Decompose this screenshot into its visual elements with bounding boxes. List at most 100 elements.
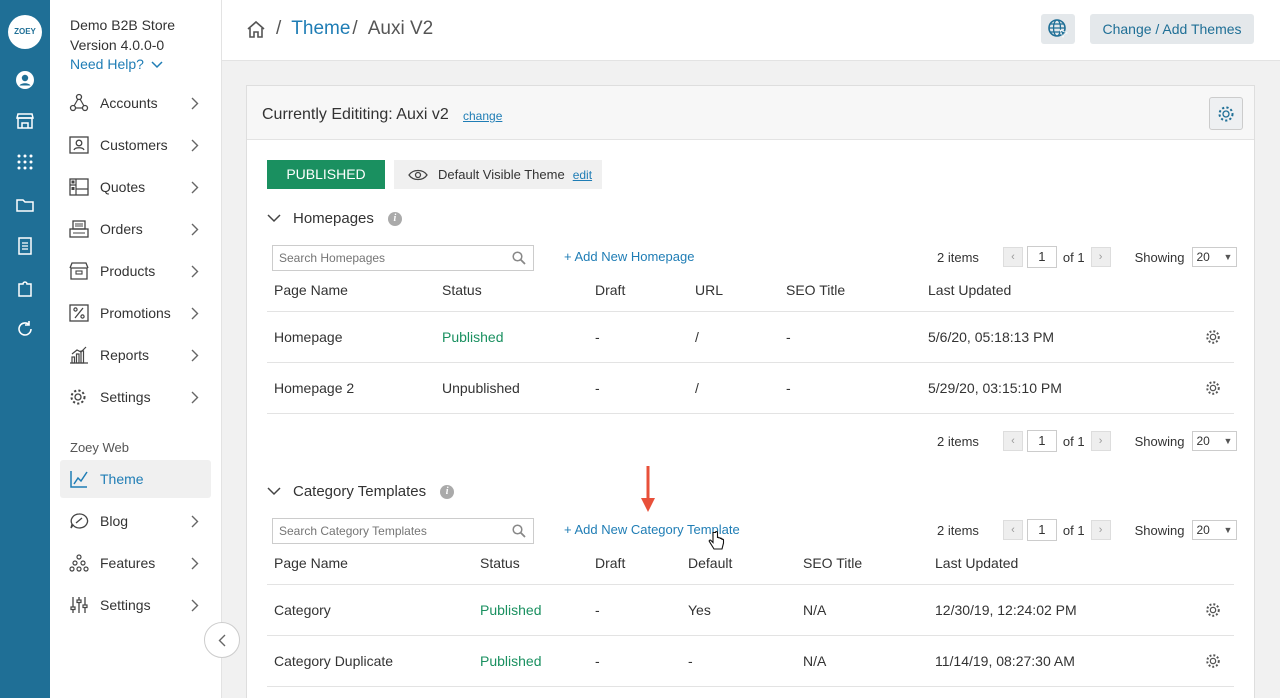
next-page-button[interactable]: › xyxy=(1090,247,1111,267)
chevron-left-icon xyxy=(218,634,226,646)
sidebar-item-theme[interactable]: Theme xyxy=(60,460,211,498)
per-page-select[interactable]: 20 ▼ xyxy=(1192,520,1238,540)
sidebar-item-accounts[interactable]: Accounts xyxy=(60,84,211,122)
gear-icon[interactable] xyxy=(1205,602,1221,618)
change-add-themes-button[interactable]: Change / Add Themes xyxy=(1090,14,1254,44)
search-category-templates-input[interactable] xyxy=(279,524,507,538)
sidebar-item-features[interactable]: Features xyxy=(60,544,211,582)
column-header[interactable]: Status xyxy=(480,555,520,571)
sidebar-item-quotes[interactable]: Quotes xyxy=(60,168,211,206)
search-icon[interactable] xyxy=(512,524,526,538)
search-homepages-input[interactable] xyxy=(279,251,507,265)
cell-seo-title: - xyxy=(786,380,791,396)
homepages-section-toggle[interactable]: Homepages i xyxy=(267,210,402,227)
search-icon[interactable] xyxy=(512,251,526,265)
zoey-logo[interactable]: ZOEY xyxy=(8,15,42,49)
chevron-right-icon xyxy=(191,223,211,236)
chevron-right-icon xyxy=(191,181,211,194)
sidebar-item-label: Settings xyxy=(100,597,151,613)
sidebar-item-web-settings[interactable]: Settings xyxy=(60,586,211,624)
sidebar-item-label: Reports xyxy=(100,347,150,363)
sidebar-item-settings[interactable]: Settings xyxy=(60,378,211,416)
user-icon[interactable] xyxy=(13,68,37,92)
gear-icon[interactable] xyxy=(1205,653,1221,669)
puzzle-icon[interactable] xyxy=(13,276,37,300)
default-visible-label: Default Visible Theme xyxy=(438,167,565,182)
gear-icon[interactable] xyxy=(1205,380,1221,396)
sidebar-item-blog[interactable]: Blog xyxy=(60,502,211,540)
need-help-link[interactable]: Need Help? xyxy=(70,56,163,72)
per-page-select[interactable]: 20 ▼ xyxy=(1192,431,1238,451)
column-header[interactable]: Page Name xyxy=(274,555,348,571)
store-icon[interactable] xyxy=(13,109,37,133)
sidebar-item-reports[interactable]: Reports xyxy=(60,336,211,374)
sync-icon[interactable] xyxy=(13,317,37,341)
page-number-input[interactable]: 1 xyxy=(1026,246,1057,268)
chevron-down-icon xyxy=(267,487,281,496)
cell-page-name[interactable]: Category xyxy=(274,585,331,636)
category-templates-section-toggle[interactable]: Category Templates i xyxy=(267,483,455,500)
page-number-input[interactable]: 1 xyxy=(1026,519,1057,541)
sidebar-item-products[interactable]: Products xyxy=(60,252,211,290)
item-count: 2 items xyxy=(937,522,979,538)
cell-url: / xyxy=(695,329,699,345)
column-header[interactable]: Status xyxy=(442,282,482,298)
search-category-templates-field[interactable] xyxy=(272,518,534,544)
document-icon[interactable] xyxy=(13,234,37,258)
info-icon[interactable]: i xyxy=(387,211,402,226)
sidebar-item-customers[interactable]: Customers xyxy=(60,126,211,164)
features-icon xyxy=(60,554,100,572)
table-row[interactable]: Homepage Published - / - 5/6/20, 05:18:1… xyxy=(267,312,1234,363)
home-icon[interactable] xyxy=(246,20,266,39)
table-row[interactable]: Category Duplicate Published - - N/A 11/… xyxy=(267,636,1234,687)
next-page-button[interactable]: › xyxy=(1090,431,1111,451)
column-header[interactable]: URL xyxy=(695,282,723,298)
column-header[interactable]: Page Name xyxy=(274,282,348,298)
sidebar-item-label: Accounts xyxy=(100,95,158,111)
edit-visibility-link[interactable]: edit xyxy=(573,168,592,182)
sidebar-item-label: Blog xyxy=(100,513,129,529)
sidebar-item-orders[interactable]: Orders xyxy=(60,210,211,248)
top-bar: / Theme / Auxi V2 Change / Add Themes xyxy=(222,0,1280,61)
apps-grid-icon[interactable] xyxy=(13,150,37,174)
breadcrumb-theme[interactable]: Theme xyxy=(291,18,350,40)
column-header[interactable]: Draft xyxy=(595,282,625,298)
cell-page-name[interactable]: Homepage xyxy=(274,312,343,363)
cell-status: Published xyxy=(442,329,504,345)
per-page-select[interactable]: 20 ▼ xyxy=(1192,247,1238,267)
table-row[interactable]: Homepage 2 Unpublished - / - 5/29/20, 03… xyxy=(267,363,1234,414)
cell-last-updated: 5/6/20, 05:18:13 PM xyxy=(928,329,1055,345)
orders-icon xyxy=(60,220,100,238)
column-header[interactable]: SEO Title xyxy=(803,555,862,571)
folder-icon[interactable] xyxy=(13,193,37,217)
sidebar-item-label: Customers xyxy=(100,137,168,153)
prev-page-button[interactable]: ‹ xyxy=(1002,520,1023,540)
add-new-homepage-link[interactable]: + Add New Homepage xyxy=(564,249,694,264)
prev-page-button[interactable]: ‹ xyxy=(1002,431,1023,451)
gear-icon[interactable] xyxy=(1205,329,1221,345)
prev-page-button[interactable]: ‹ xyxy=(1002,247,1023,267)
showing-label: Showing xyxy=(1134,522,1185,538)
page-number-input[interactable]: 1 xyxy=(1026,430,1057,452)
globe-button[interactable] xyxy=(1041,14,1075,44)
customers-icon xyxy=(60,136,100,154)
column-header[interactable]: Last Updated xyxy=(928,282,1011,298)
column-header[interactable]: Last Updated xyxy=(935,555,1018,571)
sidebar-item-label: Theme xyxy=(100,471,144,487)
column-header[interactable]: SEO Title xyxy=(786,282,845,298)
cell-page-name[interactable]: Category Duplicate xyxy=(274,636,393,687)
next-page-button[interactable]: › xyxy=(1090,520,1111,540)
column-header[interactable]: Draft xyxy=(595,555,625,571)
change-theme-link[interactable]: change xyxy=(463,109,502,123)
item-count: 2 items xyxy=(937,433,979,449)
table-row[interactable]: Category Published - Yes N/A 12/30/19, 1… xyxy=(267,585,1234,636)
info-icon[interactable]: i xyxy=(440,484,455,499)
cell-default: Yes xyxy=(688,602,711,618)
search-homepages-field[interactable] xyxy=(272,245,534,271)
collapse-sidebar-button[interactable] xyxy=(204,622,240,658)
cell-page-name[interactable]: Homepage 2 xyxy=(274,363,354,414)
sidebar-item-promotions[interactable]: Promotions xyxy=(60,294,211,332)
column-header[interactable]: Default xyxy=(688,555,732,571)
panel-settings-button[interactable] xyxy=(1209,97,1243,130)
sidebar-item-label: Quotes xyxy=(100,179,146,195)
